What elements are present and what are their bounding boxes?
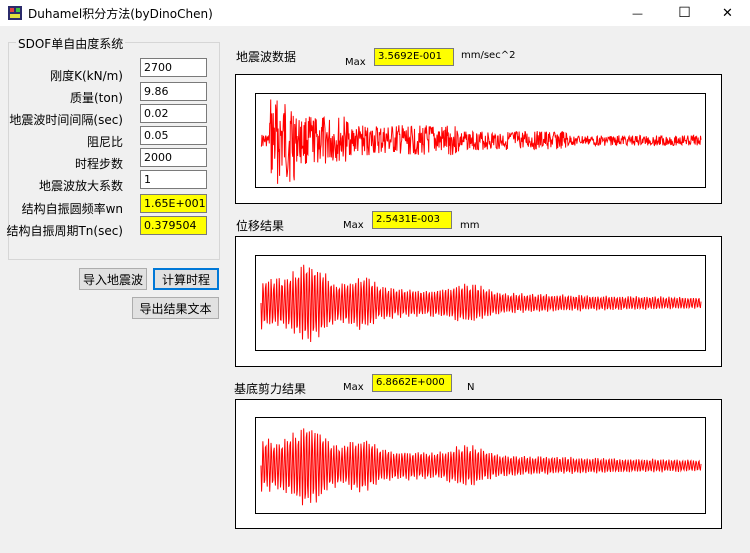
displacement-title: 位移结果 — [236, 219, 285, 233]
natural-period-label: 结构自振周期Tn(sec) — [6, 224, 123, 238]
minimize-button[interactable]: — — [615, 0, 660, 26]
base-shear-panel — [235, 399, 722, 529]
close-icon: ✕ — [722, 5, 733, 21]
window-title: Duhamel积分方法(byDinoChen) — [28, 7, 213, 21]
app-icon — [8, 6, 22, 20]
natural-frequency-output: 1.65E+001 — [140, 194, 207, 213]
base-shear-title: 基底剪力结果 — [234, 382, 307, 396]
natural-frequency-label: 结构自振圆频率wn — [21, 202, 123, 216]
time-step-input[interactable]: 0.02 — [140, 104, 207, 123]
displacement-panel — [235, 236, 722, 367]
ground-motion-max-value: 3.5692E-001 — [374, 48, 454, 66]
displacement-unit: mm — [460, 220, 480, 231]
displacement-trace — [260, 264, 702, 342]
base-shear-unit: N — [467, 382, 475, 393]
maximize-button[interactable]: ☐ — [662, 0, 707, 26]
minimize-icon: — — [632, 6, 643, 20]
base-shear-max-label: Max — [343, 382, 364, 393]
ground-motion-title: 地震波数据 — [236, 50, 297, 64]
displacement-max-value: 2.5431E-003 — [372, 211, 452, 229]
close-button[interactable]: ✕ — [705, 0, 750, 26]
amplification-input[interactable]: 1 — [140, 170, 207, 189]
mass-input[interactable]: 9.86 — [140, 82, 207, 101]
base-shear-max-value: 6.8662E+000 — [372, 374, 452, 392]
stiffness-input[interactable]: 2700 — [140, 58, 207, 77]
time-step-label: 地震波时间间隔(sec) — [9, 113, 123, 127]
damping-ratio-label: 阻尼比 — [86, 135, 123, 149]
compute-button[interactable]: 计算时程 — [153, 268, 219, 290]
steps-input[interactable]: 2000 — [140, 148, 207, 167]
base-shear-plot — [255, 417, 706, 514]
ground-motion-unit: mm/sec^2 — [461, 50, 516, 61]
stiffness-label: 刚度K(kN/m) — [50, 69, 123, 83]
ground-motion-max-label: Max — [345, 57, 366, 68]
sdof-group-title: SDOF单自由度系统 — [16, 35, 126, 52]
title-bar: Duhamel积分方法(byDinoChen) — ☐ ✕ — [0, 0, 750, 26]
import-wave-button[interactable]: 导入地震波 — [79, 268, 147, 290]
damping-ratio-input[interactable]: 0.05 — [140, 126, 207, 145]
mass-label: 质量(ton) — [69, 91, 123, 105]
ground-motion-trace — [260, 99, 702, 184]
steps-label: 时程步数 — [74, 157, 123, 171]
base-shear-trace — [260, 428, 702, 506]
amplification-label: 地震波放大系数 — [38, 179, 123, 193]
displacement-plot — [255, 255, 706, 351]
export-results-button[interactable]: 导出结果文本 — [132, 297, 219, 319]
displacement-max-label: Max — [343, 220, 364, 231]
maximize-icon: ☐ — [678, 5, 691, 21]
natural-period-output: 0.379504 — [140, 216, 207, 235]
ground-motion-panel — [235, 74, 722, 204]
ground-motion-plot — [255, 93, 706, 188]
